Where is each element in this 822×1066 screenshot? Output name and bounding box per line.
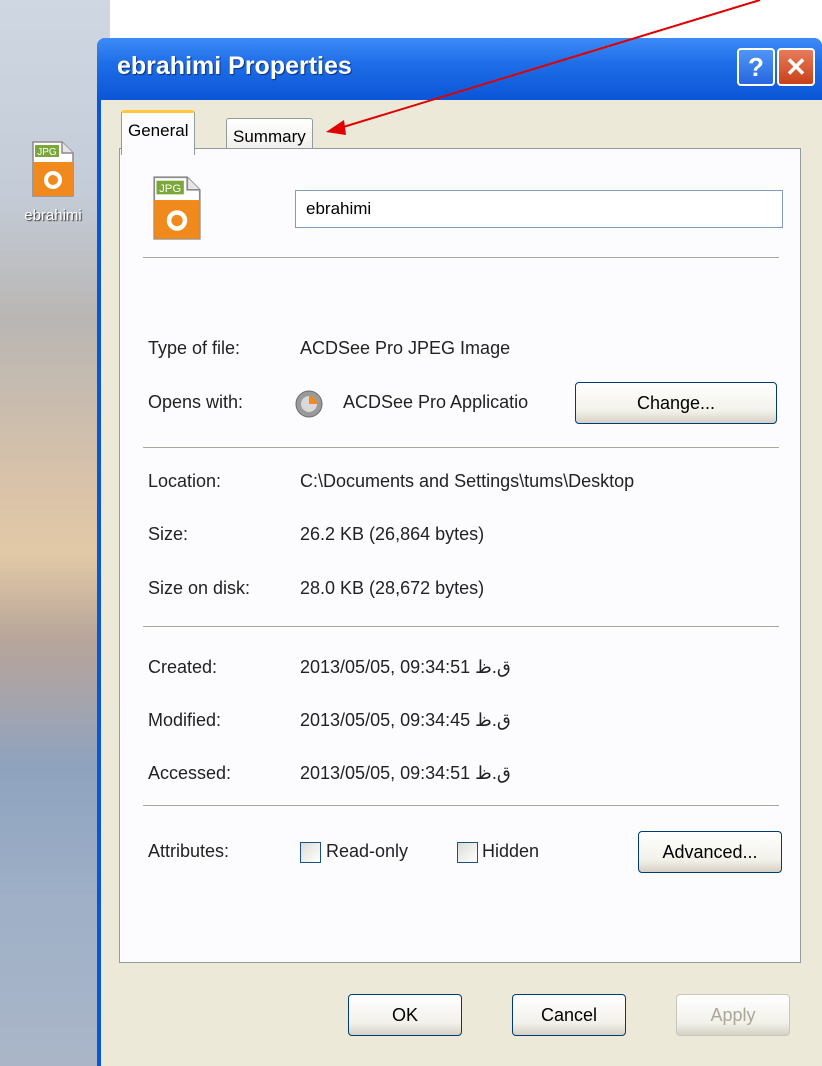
location-label: Location: — [148, 471, 222, 491]
separator — [143, 447, 779, 448]
apply-button[interactable]: Apply — [676, 994, 790, 1036]
separator — [143, 257, 779, 258]
properties-window: ebrahimi Properties ? ✕ General Summary … — [97, 38, 822, 1066]
window-title: ebrahimi Properties — [117, 52, 352, 80]
modified-label: Modified: — [148, 710, 222, 730]
created-label: Created: — [148, 657, 218, 677]
type-of-file-label: Type of file: — [148, 338, 241, 358]
read-only-label[interactable]: Read-only — [326, 841, 408, 862]
type-of-file-value: ACDSee Pro JPEG Image — [300, 338, 511, 358]
file-name-input[interactable] — [295, 190, 783, 228]
general-tab-panel: JPG Type of file: ACDSee Pro JPEG Image … — [119, 148, 801, 963]
advanced-button[interactable]: Advanced... — [638, 831, 782, 873]
jpg-file-icon: JPG — [32, 141, 74, 197]
opens-with-label: Opens with: — [148, 392, 244, 412]
desktop-file-icon[interactable]: JPG ebrahimi — [8, 140, 98, 224]
jpg-badge-text: JPG — [159, 183, 181, 195]
title-bar[interactable]: ebrahimi Properties ? ✕ — [97, 38, 822, 100]
accessed-label: Accessed: — [148, 763, 232, 783]
jpg-badge-text: JPG — [37, 147, 57, 158]
hidden-checkbox[interactable] — [457, 842, 478, 863]
modified-value: 2013/05/05, 09:34:45 ق.ظ — [300, 710, 511, 730]
help-button[interactable]: ? — [737, 48, 775, 86]
hidden-label[interactable]: Hidden — [482, 841, 539, 862]
separator — [143, 805, 779, 806]
cancel-button[interactable]: Cancel — [512, 994, 626, 1036]
size-value: 26.2 KB (26,864 bytes) — [300, 524, 485, 544]
change-button[interactable]: Change... — [575, 382, 777, 424]
close-button[interactable]: ✕ — [777, 48, 815, 86]
desktop-icon-label: ebrahimi — [24, 207, 82, 224]
read-only-checkbox[interactable] — [300, 842, 321, 863]
accessed-value: 2013/05/05, 09:34:51 ق.ظ — [300, 763, 511, 783]
created-value: 2013/05/05, 09:34:51 ق.ظ — [300, 657, 511, 677]
acdsee-app-icon — [295, 390, 323, 418]
desktop-background: JPG ebrahimi — [0, 0, 110, 1066]
size-label: Size: — [148, 524, 189, 544]
opens-with-value: ACDSee Pro Applicatio — [343, 392, 529, 412]
location-value: C:\Documents and Settings\tums\Desktop — [300, 471, 635, 491]
size-on-disk-value: 28.0 KB (28,672 bytes) — [300, 578, 485, 598]
jpg-file-icon: JPG — [153, 176, 201, 240]
size-on-disk-label: Size on disk: — [148, 578, 251, 598]
separator — [143, 626, 779, 627]
dialog-client-area: General Summary JPG Type of file: ACDSee… — [101, 100, 822, 1066]
attributes-label: Attributes: — [148, 841, 230, 861]
tab-general[interactable]: General — [121, 110, 196, 155]
ok-button[interactable]: OK — [348, 994, 462, 1036]
